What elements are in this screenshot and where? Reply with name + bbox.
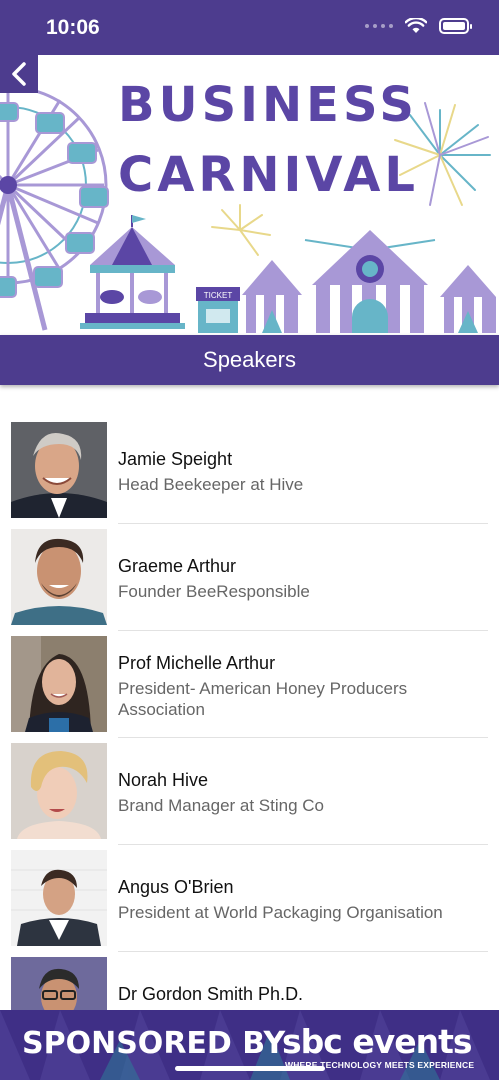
circus-tent-icon xyxy=(242,260,302,333)
speaker-row[interactable]: Dr Gordon Smith Ph.D. xyxy=(0,957,499,1012)
row-divider xyxy=(118,630,488,631)
banner-title-line2: CARNIVAL xyxy=(118,147,419,203)
speaker-role: President- American Honey Producers Asso… xyxy=(118,679,408,719)
speaker-name: Dr Gordon Smith Ph.D. xyxy=(118,984,304,1004)
speaker-row[interactable]: Prof Michelle Arthur President- American… xyxy=(0,636,499,743)
speaker-name: Angus O'Brien xyxy=(118,877,234,897)
status-time: 10:06 xyxy=(46,16,100,39)
speaker-row[interactable]: Norah Hive Brand Manager at Sting Co xyxy=(0,743,499,850)
speaker-row[interactable]: Jamie Speight Head Beekeeper at Hive xyxy=(0,422,499,529)
speaker-list[interactable]: Jamie Speight Head Beekeeper at Hive Gra… xyxy=(0,422,499,1012)
speaker-role: Brand Manager at Sting Co xyxy=(118,796,325,815)
speaker-row[interactable]: Angus O'Brien President at World Packagi… xyxy=(0,850,499,957)
speaker-avatar xyxy=(11,422,107,518)
home-indicator[interactable] xyxy=(175,1066,325,1071)
sponsored-by-label: SPONSORED BY xyxy=(22,1026,286,1061)
circus-tent-icon xyxy=(440,265,496,333)
ticket-booth-icon: TICKET xyxy=(196,287,240,333)
chevron-left-icon xyxy=(12,62,26,86)
speaker-name: Prof Michelle Arthur xyxy=(118,653,276,673)
event-banner: TICKET BUSINESS CARNIVAL xyxy=(0,55,499,335)
speaker-avatar xyxy=(11,529,107,625)
banner-title-line1: BUSINESS xyxy=(118,77,418,133)
speaker-role: President at World Packaging Organisatio… xyxy=(118,903,443,922)
speaker-avatar xyxy=(11,743,107,839)
sbc-events-logo: sbc events xyxy=(282,1022,472,1061)
speaker-avatar xyxy=(11,957,107,1012)
row-divider xyxy=(118,951,488,952)
big-top-tent-icon xyxy=(304,230,436,333)
speaker-role: Head Beekeeper at Hive xyxy=(118,475,304,494)
speaker-name: Jamie Speight xyxy=(118,449,233,469)
status-icons xyxy=(365,18,472,34)
carousel-icon xyxy=(80,215,185,329)
cellular-signal-icon xyxy=(365,24,393,28)
page-title-bar: Speakers xyxy=(0,335,499,385)
speaker-name: Graeme Arthur xyxy=(118,556,237,576)
speaker-avatar xyxy=(11,636,107,732)
row-divider xyxy=(118,844,488,845)
speaker-row[interactable]: Graeme Arthur Founder BeeResponsible xyxy=(0,529,499,636)
row-divider xyxy=(118,523,488,524)
page-title: Speakers xyxy=(203,347,296,372)
status-bar: 10:06 xyxy=(0,0,499,55)
row-divider xyxy=(118,737,488,738)
wifi-icon xyxy=(405,18,427,33)
speaker-role: Founder BeeResponsible xyxy=(118,582,310,601)
back-button[interactable] xyxy=(0,55,38,93)
ticket-label: TICKET xyxy=(204,291,233,300)
speaker-name: Norah Hive xyxy=(118,770,209,790)
speaker-avatar xyxy=(11,850,107,946)
battery-icon xyxy=(439,18,472,34)
